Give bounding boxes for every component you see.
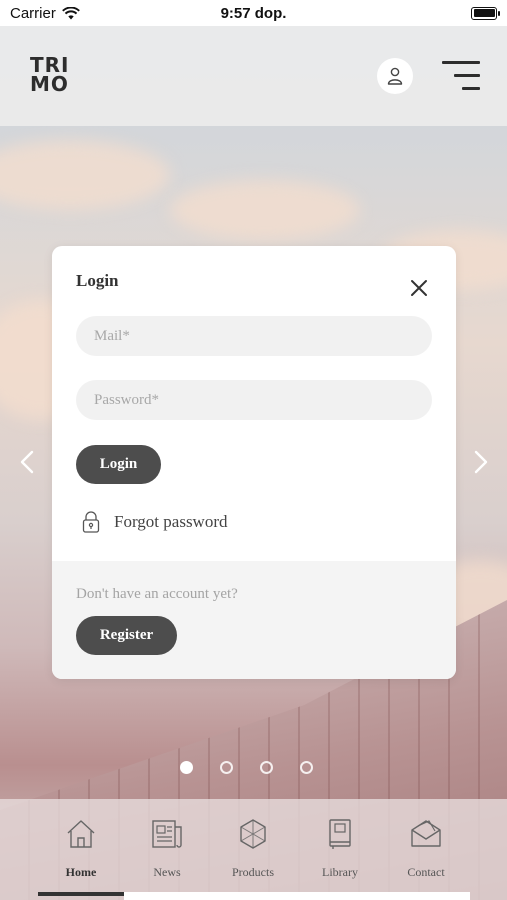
forgot-password-label: Forgot password	[114, 512, 228, 531]
login-button[interactable]: Login	[76, 445, 161, 484]
hamburger-menu-icon[interactable]	[440, 59, 480, 93]
pager-dot-3[interactable]	[260, 761, 273, 774]
bottom-tab-bar: Home News Products Library Contact	[0, 799, 507, 900]
battery-icon	[471, 6, 500, 20]
tab-track	[124, 892, 470, 900]
app-header: TRI MO	[0, 26, 507, 126]
news-icon	[152, 820, 182, 848]
pager-dot-1[interactable]	[180, 761, 193, 774]
trimo-logo[interactable]: TRI MO	[30, 55, 70, 96]
carrier-label: Carrier	[10, 4, 56, 22]
close-icon[interactable]	[409, 278, 429, 298]
register-section: Don't have an account yet? Register	[52, 561, 456, 679]
pager-dot-4[interactable]	[300, 761, 313, 774]
tab-label-contact: Contact	[407, 865, 445, 879]
status-bar: Carrier 9:57 dop.	[0, 0, 507, 26]
carousel-next-arrow-icon[interactable]	[466, 448, 494, 476]
contact-icon	[411, 820, 441, 847]
carousel-pager	[180, 761, 313, 774]
logo-line-2: MO	[30, 72, 69, 96]
no-account-text: Don't have an account yet?	[76, 586, 238, 602]
active-tab-indicator	[38, 892, 124, 896]
account-button[interactable]	[377, 58, 413, 94]
forgot-password-link[interactable]: Forgot password	[82, 511, 228, 533]
tab-products[interactable]: Products	[210, 817, 296, 880]
register-button[interactable]: Register	[76, 616, 177, 655]
tab-label-products: Products	[232, 865, 274, 879]
home-icon	[67, 820, 95, 848]
tab-label-home: Home	[65, 865, 97, 879]
products-icon	[240, 819, 266, 849]
tab-home[interactable]: Home	[38, 817, 124, 880]
tab-label-library: Library	[322, 865, 358, 879]
lock-icon	[82, 511, 100, 533]
tab-news[interactable]: News	[124, 817, 210, 880]
login-modal: Login Login Forgot password Don't have a…	[52, 246, 456, 679]
tab-contact[interactable]: Contact	[383, 817, 469, 880]
password-input[interactable]	[76, 380, 432, 420]
tab-label-news: News	[153, 865, 181, 879]
mail-input[interactable]	[76, 316, 432, 356]
library-icon	[329, 819, 351, 849]
carousel-prev-arrow-icon[interactable]	[14, 448, 42, 476]
login-title: Login	[76, 271, 119, 290]
wifi-icon	[61, 6, 80, 19]
pager-dot-2[interactable]	[220, 761, 233, 774]
tab-library[interactable]: Library	[297, 817, 383, 880]
user-icon	[387, 67, 403, 85]
